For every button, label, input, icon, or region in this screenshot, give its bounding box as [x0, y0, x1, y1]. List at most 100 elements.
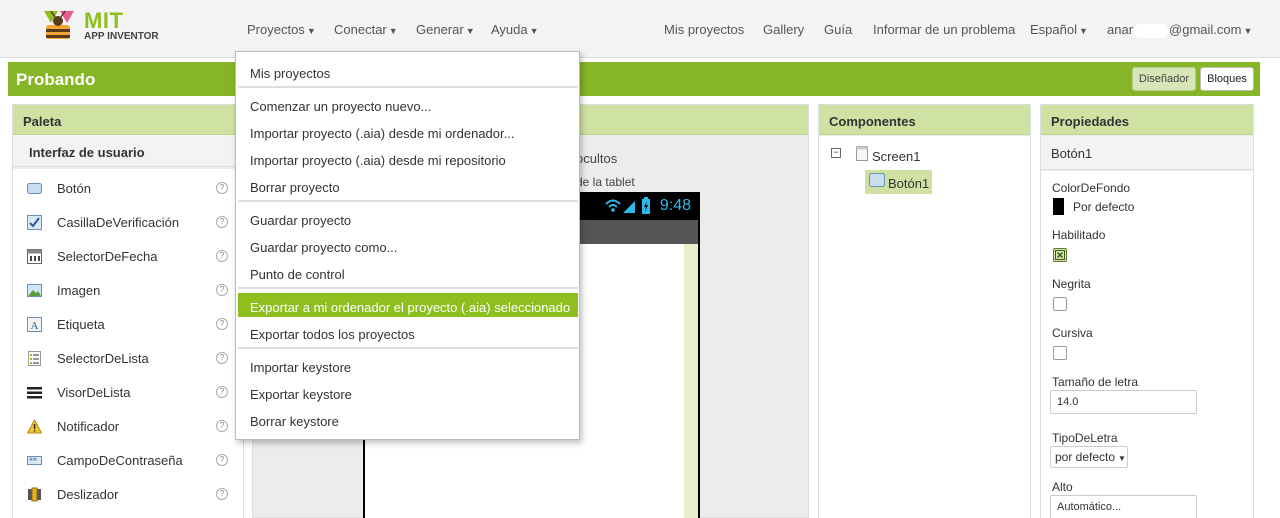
- properties-title: Propiedades: [1041, 105, 1253, 135]
- app-inventor-logo[interactable]: MIT APP INVENTOR: [36, 7, 166, 47]
- image-icon: [27, 284, 42, 297]
- color-swatch[interactable]: [1053, 198, 1064, 215]
- palette-item-notifier[interactable]: Notificador ?: [13, 410, 241, 444]
- tablet-size-text[interactable]: de la tablet: [576, 175, 635, 189]
- palette-item-label: Deslizador: [57, 487, 119, 502]
- tree-item-screen1[interactable]: Screen1: [872, 149, 920, 164]
- wifi-signal-icon: [605, 199, 635, 213]
- language-label: Español: [1030, 22, 1077, 37]
- menu-divider: [238, 347, 578, 349]
- menu-item-guardar-proyecto[interactable]: Guardar proyecto: [238, 206, 578, 230]
- help-icon[interactable]: ?: [216, 386, 228, 398]
- phone-status-bar: 9:48: [580, 192, 698, 220]
- prop-italic-label: Cursiva: [1052, 326, 1093, 340]
- chevron-down-icon: ▼: [306, 26, 316, 36]
- palette-title: Paleta: [13, 105, 243, 135]
- chevron-down-icon: ▼: [1118, 454, 1126, 463]
- palette-item-label: Notificador: [57, 419, 120, 434]
- show-hidden-components-text[interactable]: ocultos: [576, 151, 617, 166]
- prop-font-size-input[interactable]: 14.0: [1050, 390, 1197, 414]
- nav-ayuda-menu[interactable]: Ayuda ▼: [491, 22, 539, 37]
- palette-item-list-view[interactable]: VisorDeLista ?: [13, 376, 241, 410]
- project-title: Probando: [16, 70, 96, 89]
- prop-enabled-label: Habilitado: [1052, 228, 1106, 242]
- nav-guia-link[interactable]: Guía: [824, 22, 852, 37]
- help-icon[interactable]: ?: [216, 182, 228, 194]
- menu-item-borrar-proyecto[interactable]: Borrar proyecto: [238, 173, 578, 197]
- palette-category-user-interface[interactable]: Interfaz de usuario: [13, 135, 243, 167]
- palette-item-checkbox[interactable]: CasillaDeVerificación ?: [13, 206, 241, 240]
- nav-conectar-menu[interactable]: Conectar ▼: [334, 22, 398, 37]
- menu-item-exportar-keystore[interactable]: Exportar keystore: [238, 380, 578, 404]
- account-menu[interactable]: anar @gmail.com ▼: [1107, 22, 1252, 38]
- palette-item-date-picker[interactable]: SelectorDeFecha ?: [13, 240, 241, 274]
- screen-icon: [856, 146, 868, 161]
- menu-item-borrar-keystore[interactable]: Borrar keystore: [238, 407, 578, 431]
- prop-enabled-checkbox[interactable]: [1053, 248, 1067, 262]
- help-icon[interactable]: ?: [216, 488, 228, 500]
- palette-item-label: Imagen: [57, 283, 101, 298]
- help-icon[interactable]: ?: [216, 284, 228, 296]
- logo-mit-text: MIT: [84, 8, 124, 33]
- phone-clock: 9:48: [659, 197, 691, 214]
- collapse-icon[interactable]: −: [831, 148, 841, 158]
- nav-ayuda-label: Ayuda: [491, 22, 528, 37]
- checkmark-icon: [1055, 250, 1065, 260]
- palette-item-password-field[interactable]: ** CampoDeContraseña ?: [13, 444, 241, 478]
- checkbox-icon: [27, 215, 42, 230]
- blocks-button[interactable]: Bloques: [1200, 67, 1254, 91]
- menu-item-punto-control[interactable]: Punto de control: [238, 260, 578, 284]
- prop-bg-color-value[interactable]: Por defecto: [1073, 200, 1134, 214]
- prop-bg-color-label: ColorDeFondo: [1052, 181, 1131, 195]
- battery-icon: [642, 197, 650, 214]
- account-prefix: anar: [1107, 22, 1134, 37]
- prop-font-type-select[interactable]: por defecto ▼: [1050, 446, 1128, 468]
- help-icon[interactable]: ?: [216, 250, 228, 262]
- palette-item-list: Botón ? CasillaDeVerificación ? Selector…: [13, 169, 243, 518]
- help-icon[interactable]: ?: [216, 352, 228, 364]
- nav-generar-menu[interactable]: Generar ▼: [416, 22, 475, 37]
- menu-item-guardar-como[interactable]: Guardar proyecto como...: [238, 233, 578, 257]
- help-icon[interactable]: ?: [216, 420, 228, 432]
- chevron-down-icon: ▼: [529, 26, 539, 36]
- palette-item-label: Botón: [57, 181, 91, 196]
- prop-height-input[interactable]: Automático...: [1050, 495, 1197, 518]
- nav-generar-label: Generar: [416, 22, 464, 37]
- palette-item-label: CampoDeContraseña: [57, 453, 183, 468]
- palette-item-list-picker[interactable]: SelectorDeLista ?: [13, 342, 241, 376]
- nav-report-problem-link[interactable]: Informar de un problema: [873, 22, 1015, 37]
- menu-item-importar-keystore[interactable]: Importar keystore: [238, 353, 578, 377]
- help-icon[interactable]: ?: [216, 216, 228, 228]
- tree-item-boton1[interactable]: Botón1: [888, 176, 929, 191]
- password-icon: **: [27, 456, 42, 466]
- menu-item-mis-proyectos[interactable]: Mis proyectos: [238, 59, 578, 83]
- menu-item-importar-repositorio[interactable]: Importar proyecto (.aia) desde mi reposi…: [238, 146, 578, 170]
- help-icon[interactable]: ?: [216, 454, 228, 466]
- prop-bold-checkbox[interactable]: [1053, 297, 1067, 311]
- nav-gallery-link[interactable]: Gallery: [763, 22, 804, 37]
- palette-item-slider[interactable]: Deslizador ?: [13, 478, 241, 512]
- palette-item-button[interactable]: Botón ?: [13, 172, 241, 206]
- menu-item-importar-ordenador[interactable]: Importar proyecto (.aia) desde mi ordena…: [238, 119, 578, 143]
- palette-item-label: CasillaDeVerificación: [57, 215, 180, 230]
- menu-item-exportar-todos[interactable]: Exportar todos los proyectos: [238, 320, 578, 344]
- nav-proyectos-menu[interactable]: Proyectos ▼: [247, 22, 316, 37]
- logo-app-inventor-text: APP INVENTOR: [84, 31, 159, 42]
- nav-mis-proyectos-link[interactable]: Mis proyectos: [664, 22, 744, 37]
- palette-item-image[interactable]: Imagen ?: [13, 274, 241, 308]
- label-icon: A: [27, 317, 42, 332]
- proyectos-dropdown-menu: Mis proyectos Comenzar un proyecto nuevo…: [235, 51, 580, 440]
- language-menu[interactable]: Español ▼: [1030, 22, 1088, 37]
- top-navigation-bar: MIT APP INVENTOR Proyectos ▼ Conectar ▼ Ge…: [0, 0, 1280, 58]
- prop-italic-checkbox[interactable]: [1053, 346, 1067, 360]
- designer-button[interactable]: Diseñador: [1132, 67, 1196, 91]
- palette-item-label: VisorDeLista: [57, 385, 131, 400]
- svg-text:A: A: [31, 320, 39, 332]
- nav-conectar-label: Conectar: [334, 22, 387, 37]
- palette-item-label-component[interactable]: A Etiqueta ?: [13, 308, 241, 342]
- menu-item-exportar-seleccionado[interactable]: Exportar a mi ordenador el proyecto (.ai…: [238, 293, 578, 317]
- menu-item-nuevo-proyecto[interactable]: Comenzar un proyecto nuevo...: [238, 92, 578, 116]
- button-icon: [27, 183, 42, 194]
- prop-font-size-label: Tamaño de letra: [1052, 375, 1139, 389]
- help-icon[interactable]: ?: [216, 318, 228, 330]
